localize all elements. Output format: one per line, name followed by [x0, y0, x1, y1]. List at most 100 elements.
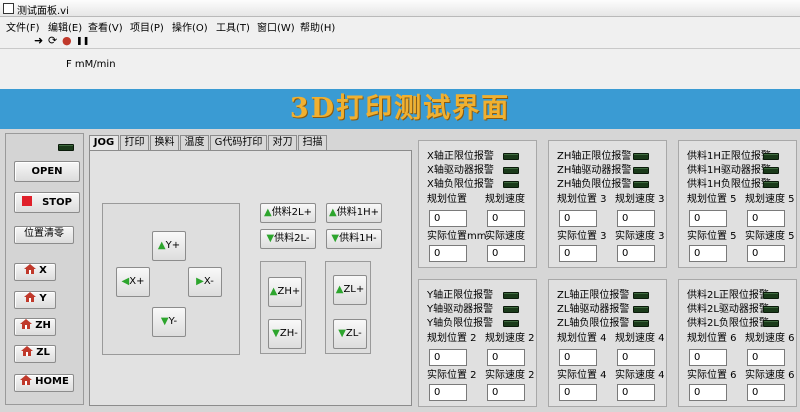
- control-column: OPEN STOP 位置清零 X Y ZH ZL HOME: [5, 133, 84, 405]
- planned-position-value: 0: [689, 210, 727, 227]
- menu-tools[interactable]: 工具(T): [216, 19, 250, 34]
- home-icon: [21, 346, 34, 356]
- home-all-button[interactable]: HOME: [14, 374, 74, 392]
- jog-zh-minus-button[interactable]: ▼ZH-: [268, 319, 302, 349]
- actual-speed-value: 0: [617, 384, 655, 401]
- jog-x-minus-button[interactable]: ▶X-: [188, 267, 222, 297]
- tab-tool-setting[interactable]: 对刀: [268, 135, 297, 150]
- pause-icon[interactable]: ❚❚: [76, 34, 89, 48]
- actual-speed-value: 0: [487, 384, 525, 401]
- title-bar: 测试面板.vi: [0, 0, 800, 17]
- home-icon: [20, 375, 33, 385]
- feed-2l-plus-button[interactable]: ▲供料2L+: [260, 203, 316, 223]
- neg-limit-led: [633, 320, 649, 327]
- planned-speed-label: 规划速度 5: [745, 194, 795, 205]
- menu-operate[interactable]: 操作(O): [172, 19, 208, 34]
- driver-alarm-led: [763, 167, 779, 174]
- actual-speed-value: 0: [617, 245, 655, 262]
- actual-position-value: 0: [559, 245, 597, 262]
- arrow-up-icon: ▲: [263, 207, 272, 218]
- position-clear-button[interactable]: 位置清零: [14, 226, 74, 244]
- home-x-button[interactable]: X: [14, 263, 56, 281]
- tab-jog[interactable]: JOG: [89, 135, 119, 151]
- jog-y-plus-button[interactable]: ▲Y+: [152, 231, 186, 261]
- feed-1h-minus-button[interactable]: ▼供料1H-: [326, 229, 382, 249]
- home-x-label: X: [39, 265, 47, 276]
- home-icon: [20, 319, 33, 329]
- jog-y-plus-label: Y+: [165, 240, 181, 251]
- tab-temperature[interactable]: 温度: [180, 135, 209, 150]
- open-label: OPEN: [31, 166, 63, 177]
- planned-speed-value: 0: [747, 349, 785, 366]
- stop-label: STOP: [42, 197, 72, 208]
- neg-limit-alarm-label: Y轴负限位报警: [427, 318, 494, 329]
- actual-position-label: 实际位置 4: [557, 370, 607, 381]
- home-y-label: Y: [39, 293, 47, 304]
- actual-speed-label: 实际速度 6: [745, 370, 795, 381]
- actual-position-label: 实际位置 5: [687, 231, 737, 242]
- tab-gcode-print[interactable]: G代码打印: [210, 135, 267, 150]
- axis-status-group-1: ZH轴正限位报警 ZH轴驱动器报警 ZH轴负限位报警 规划位置 3 规划速度 3…: [548, 140, 667, 268]
- home-zh-button[interactable]: ZH: [14, 318, 56, 336]
- planned-speed-label: 规划速度: [485, 194, 525, 205]
- neg-limit-led: [763, 181, 779, 188]
- neg-limit-alarm-label: ZH轴负限位报警: [557, 179, 632, 190]
- feed-1h-minus-label: 供料1H-: [339, 233, 377, 244]
- jog-zl-minus-button[interactable]: ▼ZL-: [333, 319, 367, 349]
- axis-status-group-0: X轴正限位报警 X轴驱动器报警 X轴负限位报警 规划位置 规划速度 0 0 实际…: [418, 140, 537, 268]
- menu-file[interactable]: 文件(F): [6, 19, 40, 34]
- menu-help[interactable]: 帮助(H): [300, 19, 335, 34]
- run-arrow-icon[interactable]: ➜: [34, 34, 43, 48]
- jog-zl-plus-button[interactable]: ▲ZL+: [333, 275, 367, 305]
- home-zl-button[interactable]: ZL: [14, 345, 56, 363]
- pos-limit-led: [763, 153, 779, 160]
- menu-edit[interactable]: 编辑(E): [48, 19, 82, 34]
- neg-limit-alarm-label: 供料2L负限位报警: [687, 318, 769, 329]
- jog-y-minus-button[interactable]: ▼Y-: [152, 307, 186, 337]
- planned-speed-label: 规划速度 6: [745, 333, 795, 344]
- arrow-down-icon: ▼: [266, 233, 275, 244]
- window-title: 测试面板.vi: [17, 6, 69, 17]
- driver-alarm-led: [763, 306, 779, 313]
- arrow-down-icon: ▼: [272, 328, 280, 339]
- driver-alarm-label: 供料2L驱动器报警: [687, 304, 769, 315]
- feed-1h-plus-label: 供料1H+: [336, 207, 379, 218]
- feed-2l-minus-button[interactable]: ▼供料2L-: [260, 229, 316, 249]
- tab-print[interactable]: 打印: [120, 135, 149, 150]
- menu-project[interactable]: 项目(P): [130, 19, 164, 34]
- menu-window[interactable]: 窗口(W): [257, 19, 295, 34]
- planned-speed-value: 0: [487, 349, 525, 366]
- toolbar: ➜ ⟳ ● ❚❚: [0, 33, 800, 49]
- planned-speed-value: 0: [487, 210, 525, 227]
- open-button[interactable]: OPEN: [14, 161, 80, 182]
- home-y-button[interactable]: Y: [14, 291, 56, 309]
- actual-speed-value: 0: [747, 245, 785, 262]
- driver-alarm-label: Y轴驱动器报警: [427, 304, 494, 315]
- jog-x-minus-label: X-: [203, 276, 214, 287]
- arrow-right-icon: ▶: [196, 276, 204, 287]
- jog-zh-plus-button[interactable]: ▲ZH+: [268, 277, 302, 307]
- driver-alarm-label: 供料1H驱动器报警: [687, 165, 771, 176]
- abort-icon[interactable]: ●: [62, 34, 72, 48]
- planned-position-label: 规划位置 2: [427, 333, 477, 344]
- feed-2l-minus-label: 供料2L-: [274, 233, 310, 244]
- jog-zl-minus-label: ZL-: [345, 328, 362, 339]
- pos-limit-alarm-label: 供料2L正限位报警: [687, 290, 769, 301]
- tab-material-change[interactable]: 换料: [150, 135, 179, 150]
- stop-button[interactable]: STOP: [14, 192, 80, 213]
- jog-x-plus-button[interactable]: ◀X+: [116, 267, 150, 297]
- run-continuously-icon[interactable]: ⟳: [48, 34, 57, 48]
- tab-scan[interactable]: 扫描: [298, 135, 327, 150]
- feed-1h-plus-button[interactable]: ▲供料1H+: [326, 203, 382, 223]
- planned-position-value: 0: [689, 349, 727, 366]
- actual-speed-label: 实际速度 5: [745, 231, 795, 242]
- neg-limit-led: [503, 181, 519, 188]
- actual-position-value: 0: [429, 245, 467, 262]
- vi-icon: [3, 3, 14, 14]
- planned-position-label: 规划位置 6: [687, 333, 737, 344]
- menu-view[interactable]: 查看(V): [88, 19, 123, 34]
- actual-position-label: 实际位置 2: [427, 370, 477, 381]
- menu-bar: 文件(F) 编辑(E) 查看(V) 项目(P) 操作(O) 工具(T) 窗口(W…: [0, 17, 800, 34]
- actual-speed-label: 实际速度 3: [615, 231, 665, 242]
- planned-position-value: 0: [429, 349, 467, 366]
